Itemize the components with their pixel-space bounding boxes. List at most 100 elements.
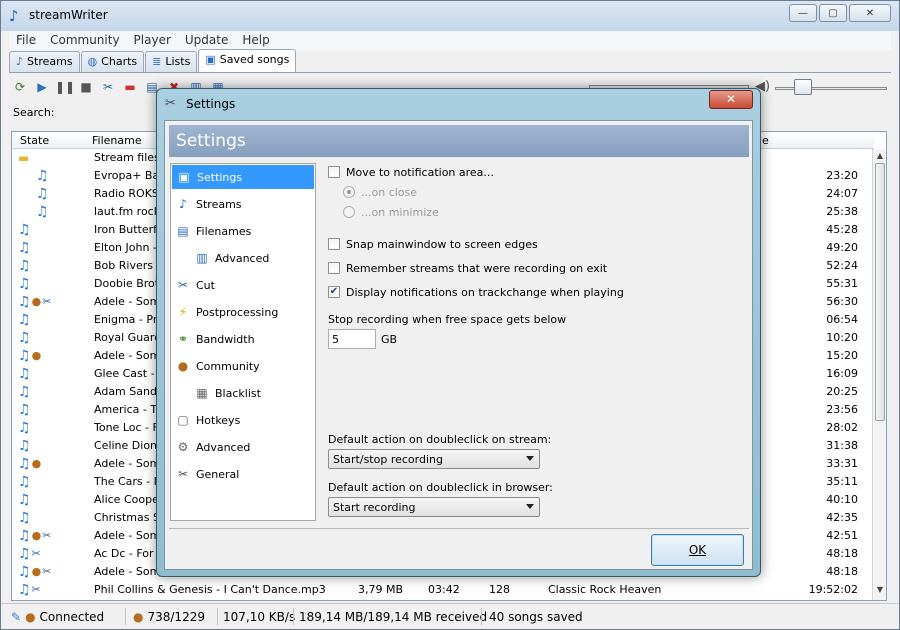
volume-slider[interactable] [775, 87, 887, 90]
menu-help[interactable]: Help [235, 32, 276, 50]
row-state: ♫ ● [18, 455, 41, 473]
nav-item-streams[interactable]: ♪ Streams [171, 192, 315, 216]
nav-item-filenames[interactable]: ▤ Filenames [171, 219, 315, 243]
radio-button[interactable] [343, 186, 355, 198]
menu-player[interactable]: Player [127, 32, 178, 50]
nav-item-hotkeys[interactable]: ▢ Hotkeys [171, 408, 315, 432]
menu-file[interactable]: File [9, 32, 43, 50]
nav-item-label: Hotkeys [196, 413, 241, 427]
select-value: Start/stop recording [333, 453, 443, 466]
nav-item-bandwidth[interactable]: ⚭ Bandwidth [171, 327, 315, 351]
on-minimize-radio[interactable]: ...on minimize [343, 204, 439, 220]
nav-item-advanced-sub[interactable]: ▥ Advanced [171, 246, 315, 270]
remove-icon[interactable]: ▬ [121, 78, 139, 96]
cell-time: 10:20 [826, 331, 858, 344]
row-state: ♫ [18, 203, 49, 221]
radio-label: ...on minimize [361, 205, 439, 219]
music-note-icon: ♫ [18, 510, 31, 526]
volume-slider-thumb[interactable] [794, 79, 812, 95]
scroll-down-icon[interactable]: ▼ [873, 585, 886, 599]
tab-streams[interactable]: ♪ Streams [9, 51, 80, 72]
row-state: ♫ ● ✂ [18, 293, 51, 311]
user-icon: ● [31, 349, 42, 362]
dblclick-stream-label: Default action on doubleclick on stream: [328, 433, 552, 446]
music-note-icon: ♫ [18, 384, 31, 400]
row-state: ♫ [18, 167, 49, 185]
dblclick-browser-label: Default action on doubleclick in browser… [328, 481, 553, 494]
checkbox-box[interactable] [328, 166, 340, 178]
tab-saved-songs[interactable]: ▣ Saved songs [198, 49, 297, 72]
cell-time: 20:25 [826, 385, 858, 398]
row-state: ♫ ✂ [18, 581, 41, 599]
pause-icon[interactable]: ❚❚ [55, 78, 75, 96]
scissors-icon: ✂ [31, 583, 41, 596]
close-button[interactable]: ✕ [849, 4, 891, 22]
nav-item-label: Settings [197, 170, 243, 184]
tab-lists[interactable]: ≣ Lists [145, 51, 198, 72]
free-space-group: 5 GB [328, 329, 448, 351]
folder-icon: ▬ [18, 151, 30, 165]
radio-label: ...on close [361, 185, 418, 199]
column-state[interactable]: State [20, 134, 49, 147]
row-state: ♫ ● [18, 347, 41, 365]
tools-icon: ✂ [165, 96, 176, 111]
settings-nav: ▣ Settings ♪ Streams ▤ Filenames ▥ Advanced ✂ Cut… [170, 163, 316, 521]
cell-time: 24:07 [826, 187, 858, 200]
cut-icon[interactable]: ✂ [99, 78, 117, 96]
free-space-input[interactable]: 5 [328, 329, 376, 349]
menu-community[interactable]: Community [43, 32, 126, 50]
nav-item-general[interactable]: ✂ General [171, 462, 315, 486]
cell-time: 35:11 [826, 475, 858, 488]
minimize-button[interactable]: — [789, 4, 817, 22]
music-note-icon: ♫ [18, 348, 31, 364]
table-row[interactable]: ♫ ✂ Phil Collins & Genesis - I Can't Dance… [12, 581, 874, 599]
nav-item-settings[interactable]: ▣ Settings [172, 165, 314, 189]
checkbox-box[interactable] [328, 262, 340, 274]
scrollbar-thumb[interactable] [875, 163, 885, 421]
status-connection: ✎ ● Connected [11, 610, 104, 624]
dialog-title-bar[interactable]: ✂ Settings ✕ [157, 89, 760, 119]
column-filename[interactable]: Filename [92, 134, 142, 147]
nav-item-cut[interactable]: ✂ Cut [171, 273, 315, 297]
title-bar[interactable]: ♪ streamWriter — ▢ ✕ [1, 1, 899, 31]
cell-time: 28:02 [826, 421, 858, 434]
menu-update[interactable]: Update [178, 32, 235, 50]
checkbox-box[interactable] [328, 238, 340, 250]
dialog-close-button[interactable]: ✕ [709, 90, 753, 109]
nav-item-label: General [196, 467, 240, 481]
radio-button[interactable] [343, 206, 355, 218]
dblclick-browser-select[interactable]: Start recording [328, 497, 540, 517]
nav-item-label: Postprocessing [196, 305, 279, 319]
refresh-icon[interactable]: ⟳ [11, 78, 29, 96]
checkmark-icon[interactable]: ✔ [328, 286, 340, 298]
lightning-icon: ⚡ [178, 305, 188, 319]
cell-time: 42:51 [826, 529, 858, 542]
play-icon[interactable]: ▶ [33, 78, 51, 96]
users-icon: ● [133, 610, 144, 624]
row-state: ♫ [18, 185, 49, 203]
remember-streams-checkbox[interactable]: Remember streams that were recording on … [328, 260, 607, 276]
nav-item-advanced[interactable]: ⚙ Advanced [171, 435, 315, 459]
status-speed: 107,10 KB/s [223, 610, 296, 624]
music-note-icon: ♫ [18, 546, 31, 562]
maximize-button[interactable]: ▢ [819, 4, 847, 22]
stop-icon[interactable]: ■ [77, 78, 95, 96]
row-state: ♫ [18, 329, 31, 347]
row-state: ♫ ● ✂ [18, 563, 51, 581]
tab-charts[interactable]: ◍ Charts [80, 51, 145, 72]
music-note-icon: ♫ [18, 528, 31, 544]
settings-dialog: ✂ Settings ✕ Settings ▣ Settings ♪ Streams ▤… [156, 88, 761, 577]
on-close-radio[interactable]: ...on close [343, 184, 417, 200]
move-to-tray-checkbox[interactable]: Move to notification area... [328, 164, 494, 180]
tab-label: Charts [101, 55, 138, 68]
dblclick-stream-select[interactable]: Start/stop recording [328, 449, 540, 469]
notifications-checkbox[interactable]: ✔ Display notifications on trackchange w… [328, 284, 624, 300]
column-time[interactable]: e [762, 134, 769, 147]
nav-item-postprocessing[interactable]: ⚡ Postprocessing [171, 300, 315, 324]
nav-item-blacklist-sub[interactable]: ▦ Blacklist [171, 381, 315, 405]
ok-button[interactable]: OK [651, 534, 744, 566]
list-scrollbar[interactable]: ▲ ▼ [872, 149, 886, 600]
nav-item-community[interactable]: ● Community [171, 354, 315, 378]
status-clients-text: 738/1229 [147, 610, 205, 624]
snap-checkbox[interactable]: Snap mainwindow to screen edges [328, 236, 538, 252]
